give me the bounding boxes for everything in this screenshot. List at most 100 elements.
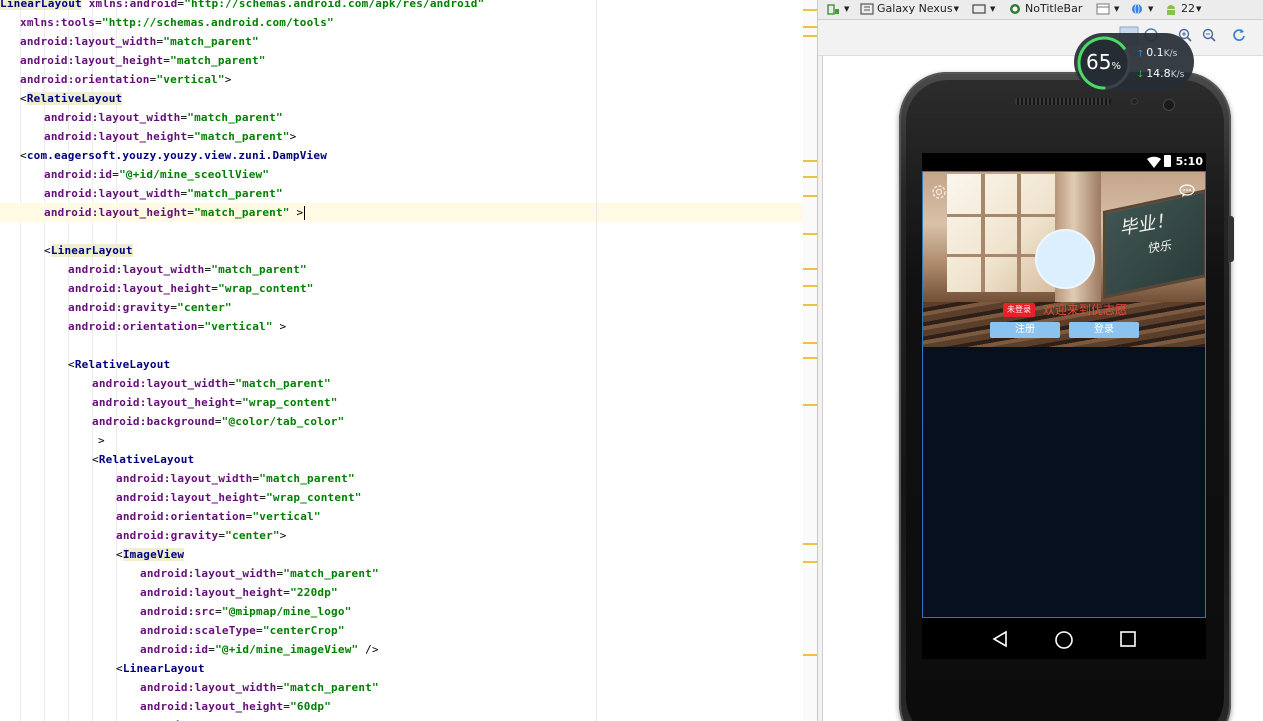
activity-select[interactable]: ▼: [1096, 0, 1119, 20]
warning-mark[interactable]: [803, 160, 817, 162]
code-token: LinearLayout: [0, 0, 82, 10]
code-line[interactable]: android:layout_width="match_parent": [0, 108, 283, 127]
code-line-content: android:layout_height="220dp": [140, 586, 338, 599]
api-level-select[interactable]: 22▼: [1164, 0, 1201, 20]
code-line[interactable]: <RelativeLayout: [0, 355, 170, 374]
warning-mark[interactable]: [803, 26, 817, 28]
code-line-content: android:layout_width="match_parent": [44, 111, 283, 124]
warning-mark[interactable]: [803, 233, 817, 235]
code-line[interactable]: android:id="@+id/mine_imageView" />: [0, 640, 379, 659]
code-line[interactable]: LinearLayout xmlns:android="http://schem…: [0, 0, 484, 13]
code-line-content: android:orientation="vertical": [116, 510, 321, 523]
code-line[interactable]: android:orientation="vertical": [0, 507, 321, 526]
device-type-button[interactable]: ▼: [826, 0, 849, 20]
code-token: <: [68, 358, 75, 371]
code-token: />: [358, 643, 379, 656]
warning-mark[interactable]: [803, 176, 817, 178]
code-line-content: android:src="@mipmap/mine_logo": [140, 605, 352, 618]
code-line-content: <LinearLayout: [44, 244, 133, 257]
code-line[interactable]: <LinearLayout: [0, 241, 133, 260]
warning-mark[interactable]: [803, 357, 817, 359]
warning-mark[interactable]: [803, 285, 817, 287]
code-line[interactable]: android:layout_width="match_parent": [0, 564, 379, 583]
code-line-content: android:gravity="center">: [116, 529, 287, 542]
warning-mark[interactable]: [803, 654, 817, 656]
code-line[interactable]: android:layout_width="match_parent": [0, 469, 355, 488]
error-stripe[interactable]: [803, 0, 817, 721]
code-line[interactable]: <ImageView: [0, 545, 185, 564]
warning-mark[interactable]: [803, 195, 817, 197]
code-line[interactable]: android:scaleType="centerCrop": [0, 621, 345, 640]
settings-gear-icon[interactable]: [930, 183, 948, 201]
code-line[interactable]: xmlns:tools="http://schemas.android.com/…: [0, 13, 334, 32]
warning-mark[interactable]: [803, 304, 817, 306]
code-token: android:id: [140, 643, 209, 656]
theme-label: NoTitleBar: [1025, 2, 1083, 15]
recents-icon[interactable]: [1119, 630, 1137, 648]
code-line[interactable]: android:background="@color/tab_color": [0, 412, 344, 431]
home-icon[interactable]: [1054, 630, 1074, 650]
code-line[interactable]: android:layout_width="match_parent": [0, 184, 283, 203]
code-line[interactable]: <RelativeLayout: [0, 450, 194, 469]
zoom-out-icon[interactable]: [1202, 28, 1216, 42]
code-line[interactable]: android:layout_height="60dp": [0, 697, 331, 716]
code-line[interactable]: android:orientation="vertical">: [0, 70, 232, 89]
theme-select[interactable]: NoTitleBar: [1008, 0, 1082, 20]
code-token: "wrap_content": [218, 282, 314, 295]
code-line[interactable]: android:layout_height="220dp": [0, 583, 338, 602]
code-line[interactable]: android:layout_width="match_parent": [0, 374, 331, 393]
app-view[interactable]: 毕业！ 快乐 未登录 欢迎来到优志愿 注册 登录: [922, 171, 1206, 618]
device-icon: [860, 3, 874, 15]
code-line[interactable]: <com.eagersoft.youzy.youzy.view.zuni.Dam…: [0, 146, 327, 165]
login-button[interactable]: 登录: [1069, 322, 1139, 338]
code-line-content: android:layout_height="wrap_content": [68, 282, 314, 295]
register-button[interactable]: 注册: [990, 322, 1060, 338]
code-line-content: android:layout_height="match_parent">: [44, 130, 296, 143]
avatar[interactable]: [1035, 229, 1095, 289]
code-line-content: <LinearLayout: [116, 662, 205, 675]
message-icon[interactable]: [1179, 184, 1195, 198]
warning-mark[interactable]: [803, 404, 817, 406]
phone-screen[interactable]: 5:10 毕业！ 快乐 未登录 欢迎来到优志愿 注册 登录: [922, 153, 1206, 659]
device-select[interactable]: Galaxy Nexus▼: [860, 0, 959, 20]
code-token: "match_parent": [163, 35, 259, 48]
orientation-button[interactable]: ▼: [972, 0, 995, 20]
code-line[interactable]: android:layout_width="match_parent": [0, 32, 259, 51]
refresh-icon[interactable]: [1232, 28, 1246, 42]
warning-mark[interactable]: [803, 268, 817, 270]
code-line[interactable]: android:id="@+id/mine_sceollView": [0, 165, 269, 184]
code-line[interactable]: <RelativeLayout: [0, 89, 123, 108]
code-token: android:orientation: [68, 320, 198, 333]
warning-mark[interactable]: [803, 543, 817, 545]
code-token: android:layout_height: [20, 54, 164, 67]
code-line[interactable]: android:src="@mipmap/mine_logo": [0, 602, 352, 621]
code-line[interactable]: android:background="@color/..": [0, 716, 345, 721]
warning-mark[interactable]: [803, 9, 817, 11]
code-line[interactable]: android:layout_height="match_parent">: [0, 127, 296, 146]
code-line[interactable]: android:layout_height="wrap_content": [0, 279, 314, 298]
back-icon[interactable]: [991, 630, 1009, 648]
code-line[interactable]: android:orientation="vertical" >: [0, 317, 286, 336]
code-line[interactable]: android:layout_height="wrap_content": [0, 393, 338, 412]
code-token: android:gravity: [116, 529, 219, 542]
code-line[interactable]: >: [0, 431, 105, 450]
code-line-content: android:gravity="center": [68, 301, 232, 314]
xml-code-editor[interactable]: LinearLayout xmlns:android="http://schem…: [0, 0, 817, 721]
warning-mark[interactable]: [803, 35, 817, 37]
code-line-content: <com.eagersoft.youzy.youzy.view.zuni.Dam…: [20, 149, 327, 162]
profile-banner: 毕业！ 快乐 未登录 欢迎来到优志愿 注册 登录: [923, 172, 1205, 347]
code-line[interactable]: android:layout_width="match_parent": [0, 260, 307, 279]
warning-mark[interactable]: [803, 342, 817, 344]
code-line[interactable]: <LinearLayout: [0, 659, 205, 678]
code-token: "match_parent": [187, 187, 283, 200]
code-token: android:layout_height: [92, 396, 236, 409]
code-line[interactable]: android:layout_width="match_parent": [0, 678, 379, 697]
code-line[interactable]: android:gravity="center": [0, 298, 232, 317]
locale-select[interactable]: ▼: [1130, 0, 1153, 20]
code-line[interactable]: android:layout_height="match_parent": [0, 51, 266, 70]
code-token: android:layout_width: [116, 472, 253, 485]
code-line[interactable]: android:gravity="center">: [0, 526, 287, 545]
warning-mark[interactable]: [803, 561, 817, 563]
code-line[interactable]: android:layout_height="wrap_content": [0, 488, 362, 507]
code-line[interactable]: android:layout_height="match_parent" >: [0, 203, 817, 222]
